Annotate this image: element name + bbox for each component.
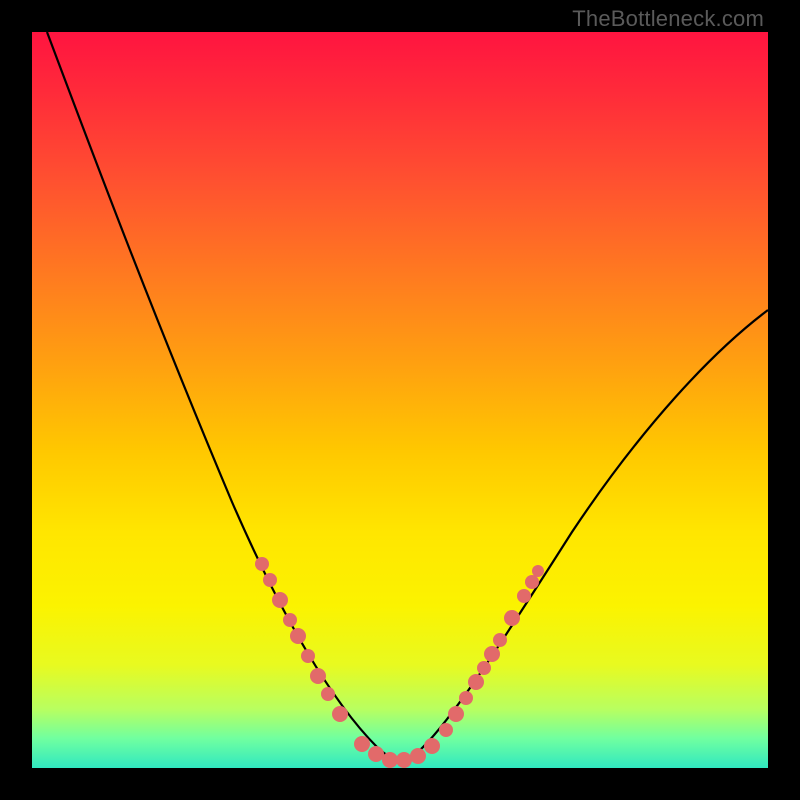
watermark-text: TheBottleneck.com	[572, 6, 764, 32]
marker-cluster-left	[255, 557, 348, 722]
marker-cluster-bottom	[354, 736, 440, 768]
chart-frame: TheBottleneck.com	[0, 0, 800, 800]
marker-cluster-right	[439, 565, 544, 737]
plot-area	[32, 32, 768, 768]
bottleneck-curve	[47, 32, 768, 759]
curve-layer	[32, 32, 768, 768]
